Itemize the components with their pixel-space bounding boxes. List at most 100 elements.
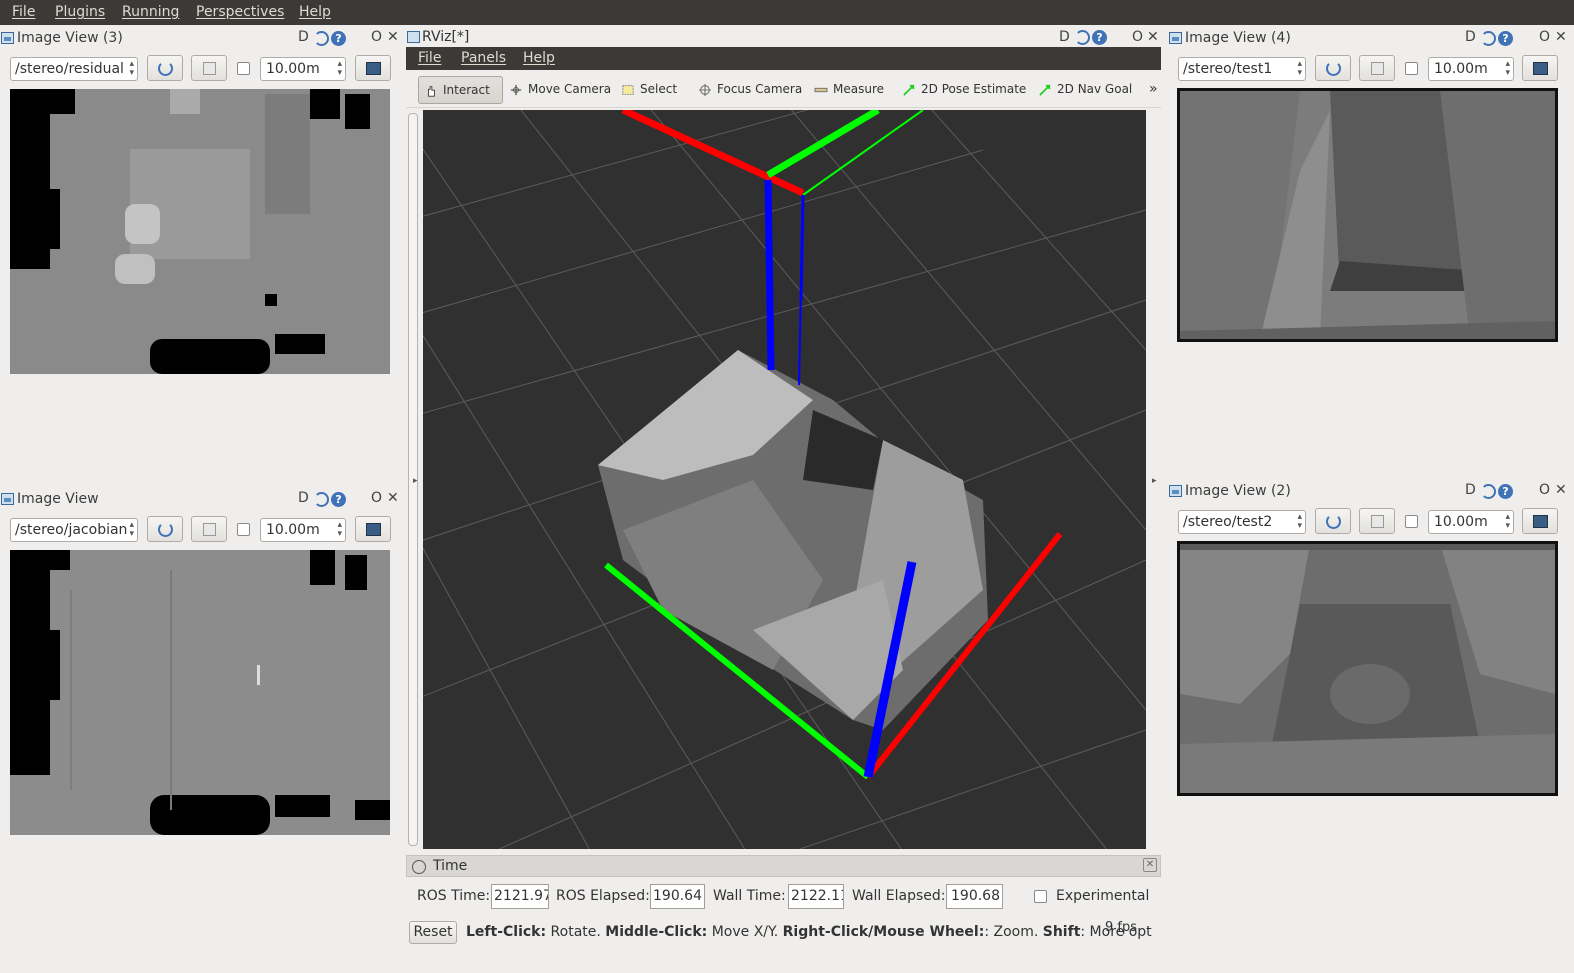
spin-arrows-icon: ▴ ▾ [337, 59, 342, 78]
rviz-menu-panels[interactable]: Panels [461, 50, 506, 66]
help-icon[interactable]: ? [1092, 30, 1107, 45]
smooth-checkbox[interactable] [237, 62, 250, 75]
dock-close-button[interactable]: ✕ [387, 29, 399, 45]
window-icon [1, 493, 14, 505]
experimental-label: Experimental [1056, 888, 1150, 904]
refresh-topics-button[interactable] [1315, 508, 1351, 534]
reload-icon[interactable] [314, 31, 329, 46]
tool-label: Select [640, 82, 678, 96]
wall-time-field[interactable]: 2122.11 [788, 884, 844, 909]
dock-d-button[interactable]: D [1059, 29, 1070, 45]
refresh-topics-button[interactable] [147, 55, 183, 81]
image-display[interactable] [10, 550, 390, 835]
dock-float-button[interactable]: O [1132, 29, 1143, 45]
save-image-button[interactable] [1359, 508, 1395, 534]
help-icon[interactable]: ? [1498, 31, 1513, 46]
dock-title-label: Image View (3) [17, 30, 123, 46]
reload-icon[interactable] [1075, 30, 1090, 45]
toolbar-overflow-button[interactable]: » [1149, 81, 1158, 97]
dock-float-button[interactable]: O [371, 29, 382, 45]
dock-close-button[interactable]: ✕ [387, 490, 399, 506]
toggle-image-button[interactable] [1522, 55, 1558, 81]
mouse-hint-text: Left-Click: Rotate. Middle-Click: Move X… [466, 924, 1152, 940]
reload-icon[interactable] [1481, 484, 1496, 499]
rviz-menubar: File Panels Help [406, 47, 1161, 70]
time-panel-title-label: Time [433, 858, 468, 874]
ros-elapsed-field[interactable]: 190.64 [650, 884, 705, 909]
topic-combobox[interactable]: /stereo/test2 ▴ ▾ [1178, 510, 1306, 534]
refresh-topics-button[interactable] [147, 516, 183, 542]
image-display[interactable] [1177, 88, 1558, 342]
max-range-spinbox[interactable]: 10.00m ▴ ▾ [1428, 510, 1514, 534]
time-panel-title: Time ✕ [406, 855, 1161, 877]
max-range-value: 10.00m [266, 522, 320, 538]
help-icon[interactable]: ? [1498, 484, 1513, 499]
rviz-menu-help[interactable]: Help [523, 50, 555, 66]
dock-d-button[interactable]: D [298, 29, 309, 45]
smooth-checkbox[interactable] [237, 523, 250, 536]
tool-move-camera[interactable]: Move Camera [504, 76, 611, 104]
save-image-button[interactable] [191, 516, 227, 542]
menu-help[interactable]: Help [299, 4, 331, 20]
dock-float-button[interactable]: O [1539, 482, 1550, 498]
toggle-image-button[interactable] [1522, 508, 1558, 534]
dock-d-button[interactable]: D [298, 490, 309, 506]
tool-measure[interactable]: Measure [809, 76, 884, 104]
image-display[interactable] [1177, 541, 1558, 796]
dock-title-label: Image View (4) [1185, 30, 1291, 46]
refresh-topics-button[interactable] [1315, 55, 1351, 81]
dock-d-button[interactable]: D [1465, 29, 1476, 45]
tool-2d-nav-goal[interactable]: 2D Nav Goal [1033, 76, 1132, 104]
close-icon[interactable]: ✕ [1143, 858, 1157, 872]
topic-value: /stereo/test2 [1183, 514, 1273, 530]
max-range-spinbox[interactable]: 10.00m ▴ ▾ [260, 518, 346, 542]
reload-icon[interactable] [314, 492, 329, 507]
toggle-image-button[interactable] [355, 516, 391, 542]
help-icon[interactable]: ? [331, 31, 346, 46]
clock-icon [412, 860, 426, 874]
menu-running[interactable]: Running [122, 4, 179, 20]
max-range-spinbox[interactable]: 10.00m ▴ ▾ [260, 57, 346, 81]
wall-elapsed-field[interactable]: 190.68 [946, 884, 1003, 909]
dock-float-button[interactable]: O [371, 490, 382, 506]
tool-interact[interactable]: Interact [418, 76, 503, 104]
rviz-menu-file[interactable]: File [418, 50, 441, 66]
tool-label: Focus Camera [717, 82, 803, 96]
tool-focus-camera[interactable]: Focus Camera [693, 76, 802, 104]
dock-close-button[interactable]: ✕ [1555, 482, 1567, 498]
ros-time-field[interactable]: 2121.97 [491, 884, 549, 909]
smooth-checkbox[interactable] [1405, 62, 1418, 75]
refresh-icon [1326, 61, 1341, 76]
save-image-button[interactable] [1359, 55, 1395, 81]
reset-button[interactable]: Reset [409, 921, 457, 944]
image-display[interactable] [10, 89, 390, 374]
help-icon[interactable]: ? [331, 492, 346, 507]
hint-key: Left-Click: [466, 924, 547, 940]
dock-float-button[interactable]: O [1539, 29, 1550, 45]
dock-close-button[interactable]: ✕ [1147, 29, 1159, 45]
window-icon [1169, 485, 1182, 497]
dock-close-button[interactable]: ✕ [1555, 29, 1567, 45]
menu-file[interactable]: File [12, 4, 35, 20]
splitter-left-arrow-icon[interactable]: ▸ [413, 476, 418, 486]
smooth-checkbox[interactable] [1405, 515, 1418, 528]
max-range-spinbox[interactable]: 10.00m ▴ ▾ [1428, 57, 1514, 81]
topic-combobox[interactable]: /stereo/test1 ▴ ▾ [1178, 57, 1306, 81]
rviz-3d-viewport[interactable] [423, 110, 1146, 849]
tool-label: Move Camera [528, 82, 612, 96]
experimental-checkbox[interactable] [1034, 890, 1047, 903]
topic-combobox[interactable]: /stereo/jacobian ▴ ▾ [10, 518, 138, 542]
tool-select[interactable]: Select [616, 76, 677, 104]
frame-upper-z-axis [764, 179, 775, 371]
hint-desc: Rotate. [546, 924, 606, 940]
grayscale-image-test2 [1180, 544, 1555, 793]
toggle-image-button[interactable] [355, 55, 391, 81]
topic-combobox[interactable]: /stereo/residual ▴ ▾ [10, 57, 138, 81]
menu-plugins[interactable]: Plugins [55, 4, 105, 20]
tool-2d-pose-estimate[interactable]: 2D Pose Estimate [897, 76, 1026, 104]
save-image-button[interactable] [191, 55, 227, 81]
menu-perspectives[interactable]: Perspectives [196, 4, 284, 20]
dock-d-button[interactable]: D [1465, 482, 1476, 498]
splitter-right-arrow-icon[interactable]: ▸ [1152, 476, 1157, 486]
reload-icon[interactable] [1481, 31, 1496, 46]
